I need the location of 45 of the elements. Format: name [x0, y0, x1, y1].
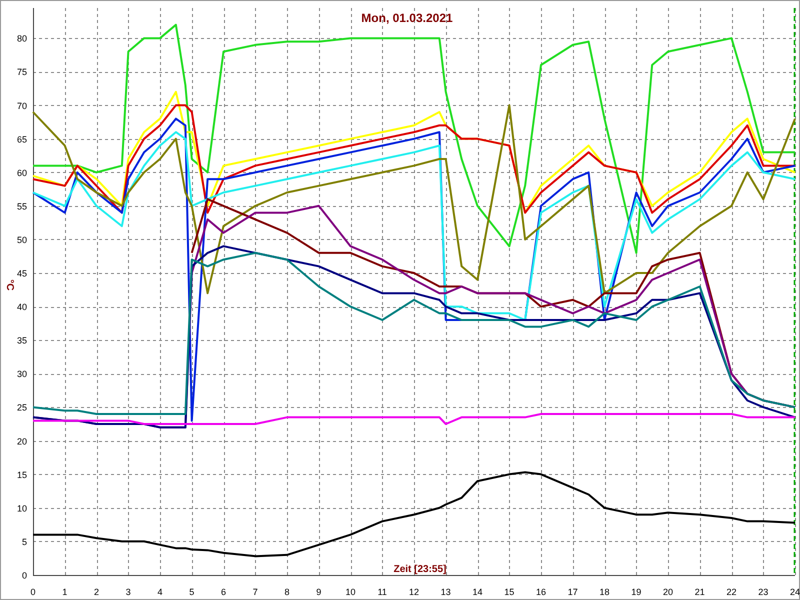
x-tick-label: 4	[158, 587, 162, 597]
y-tick-label: 40	[16, 302, 27, 312]
y-tick-label: 70	[16, 100, 27, 111]
y-tick-label: 5	[22, 536, 27, 547]
x-tick-label: 2	[94, 587, 99, 597]
x-tick-label: 20	[663, 587, 673, 597]
x-tick-label: 19	[631, 587, 642, 597]
x-tick-label: 13	[440, 587, 451, 597]
y-tick-label: 45	[16, 268, 27, 279]
y-tick-label: 20	[16, 436, 27, 446]
x-tick-label: 23	[758, 587, 768, 597]
x-tick-label: 17	[568, 587, 578, 597]
x-tick-label: 10	[346, 587, 356, 597]
y-tick-label: 10	[16, 503, 27, 514]
y-tick-label: 30	[16, 369, 27, 380]
x-tick-label: 9	[316, 587, 322, 597]
x-tick-label: 15	[504, 587, 514, 597]
x-tick-label: 8	[284, 587, 290, 597]
x-tick-label: 16	[536, 587, 546, 597]
x-tick-label: 6	[221, 587, 226, 597]
x-axis-title: Zeit [23:55]	[394, 564, 446, 575]
y-tick-label: 80	[16, 34, 27, 44]
x-tick-label: 12	[409, 587, 419, 597]
x-tick-label: 24	[790, 587, 800, 597]
x-tick-label: 0	[30, 587, 36, 597]
x-tick-label: 3	[126, 587, 131, 597]
y-tick-label: 75	[16, 67, 27, 78]
x-tick-label: 1	[62, 587, 68, 597]
chart-title: Mon, 01.03.2021	[361, 11, 453, 25]
y-tick-label: 0	[22, 570, 27, 580]
y-axis-title: °C	[4, 279, 15, 291]
x-tick-label: 14	[472, 587, 482, 597]
x-tick-label: 11	[378, 587, 387, 597]
y-tick-label: 25	[16, 402, 27, 413]
y-tick-label: 50	[16, 235, 27, 245]
y-tick-label: 65	[16, 134, 27, 144]
y-tick-label: 35	[16, 336, 27, 346]
x-tick-label: 22	[726, 587, 736, 597]
x-tick-label: 5	[189, 587, 194, 597]
x-tick-label: 18	[600, 587, 610, 597]
y-tick-label: 15	[16, 470, 27, 480]
x-tick-label: 7	[252, 587, 258, 597]
y-tick-label: 60	[16, 168, 27, 178]
x-tick-label: 21	[694, 587, 705, 597]
y-tick-label: 55	[16, 201, 27, 212]
